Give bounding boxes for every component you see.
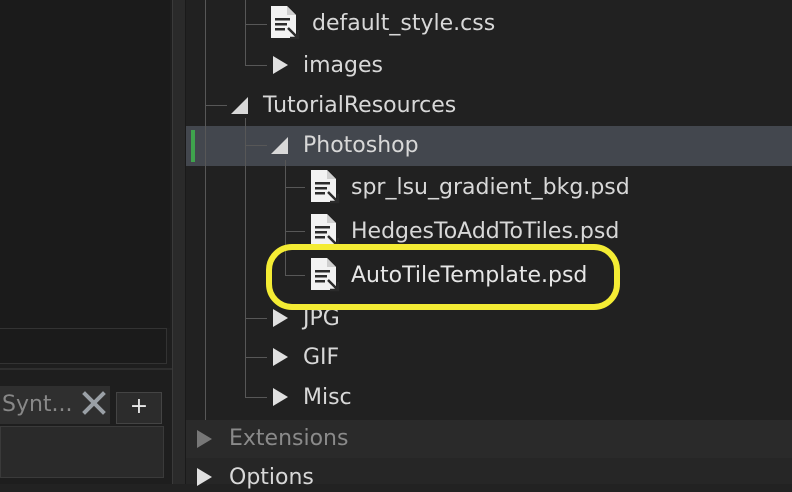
tree-guide xyxy=(285,187,305,188)
section-options-label: Options xyxy=(229,465,314,490)
collapsed-arrow-icon[interactable] xyxy=(197,468,212,486)
expanded-arrow-icon[interactable] xyxy=(271,137,288,154)
expanded-arrow-icon[interactable] xyxy=(231,97,248,114)
tree-item-label: Photoshop xyxy=(303,133,419,158)
tree-guide xyxy=(245,0,246,66)
tree-guide xyxy=(285,231,305,232)
tree-guide xyxy=(245,397,267,398)
section-extensions[interactable]: Extensions xyxy=(186,420,792,458)
left-editor-area xyxy=(0,0,170,328)
resource-tree: default_style.css images TutorialResourc… xyxy=(186,0,792,490)
left-input-field[interactable] xyxy=(0,328,167,364)
left-pane: Synt... + xyxy=(0,0,172,484)
collapsed-arrow-icon[interactable] xyxy=(273,388,288,406)
tree-item-label: images xyxy=(303,53,383,78)
tree-item-label: Misc xyxy=(303,385,352,410)
tab-syntax[interactable]: Synt... xyxy=(0,386,110,424)
collapsed-arrow-icon[interactable] xyxy=(197,430,212,448)
tree-guide xyxy=(245,357,267,358)
syntax-panel-body xyxy=(0,426,164,478)
tree-guide xyxy=(245,65,267,66)
file-icon xyxy=(311,170,340,204)
tree-item-label: default_style.css xyxy=(312,11,496,36)
tree-guide xyxy=(205,105,227,106)
tab-syntax-label: Synt... xyxy=(2,392,73,417)
tree-item-label: HedgesToAddToTiles.psd xyxy=(351,219,620,244)
collapsed-arrow-icon[interactable] xyxy=(273,56,288,74)
collapsed-arrow-icon[interactable] xyxy=(273,309,288,327)
highlight-annotation xyxy=(266,244,620,310)
pane-splitter[interactable] xyxy=(172,0,186,484)
tree-guide xyxy=(205,0,206,420)
tree-item-label: GIF xyxy=(303,345,340,370)
tree-item-label: spr_lsu_gradient_bkg.psd xyxy=(351,175,630,200)
tree-guide xyxy=(245,24,267,25)
add-tab-button[interactable]: + xyxy=(116,392,162,424)
tree-guide xyxy=(245,145,267,146)
section-options[interactable]: Options xyxy=(186,458,792,490)
file-icon xyxy=(271,6,300,40)
close-icon[interactable] xyxy=(82,390,106,416)
tree-guide xyxy=(245,318,267,319)
tree-guide xyxy=(245,118,246,398)
tree-item-label: TutorialResources xyxy=(263,93,457,118)
left-separator xyxy=(0,368,172,370)
collapsed-arrow-icon[interactable] xyxy=(273,348,288,366)
section-extensions-label: Extensions xyxy=(229,426,349,451)
selection-marker xyxy=(191,130,195,162)
